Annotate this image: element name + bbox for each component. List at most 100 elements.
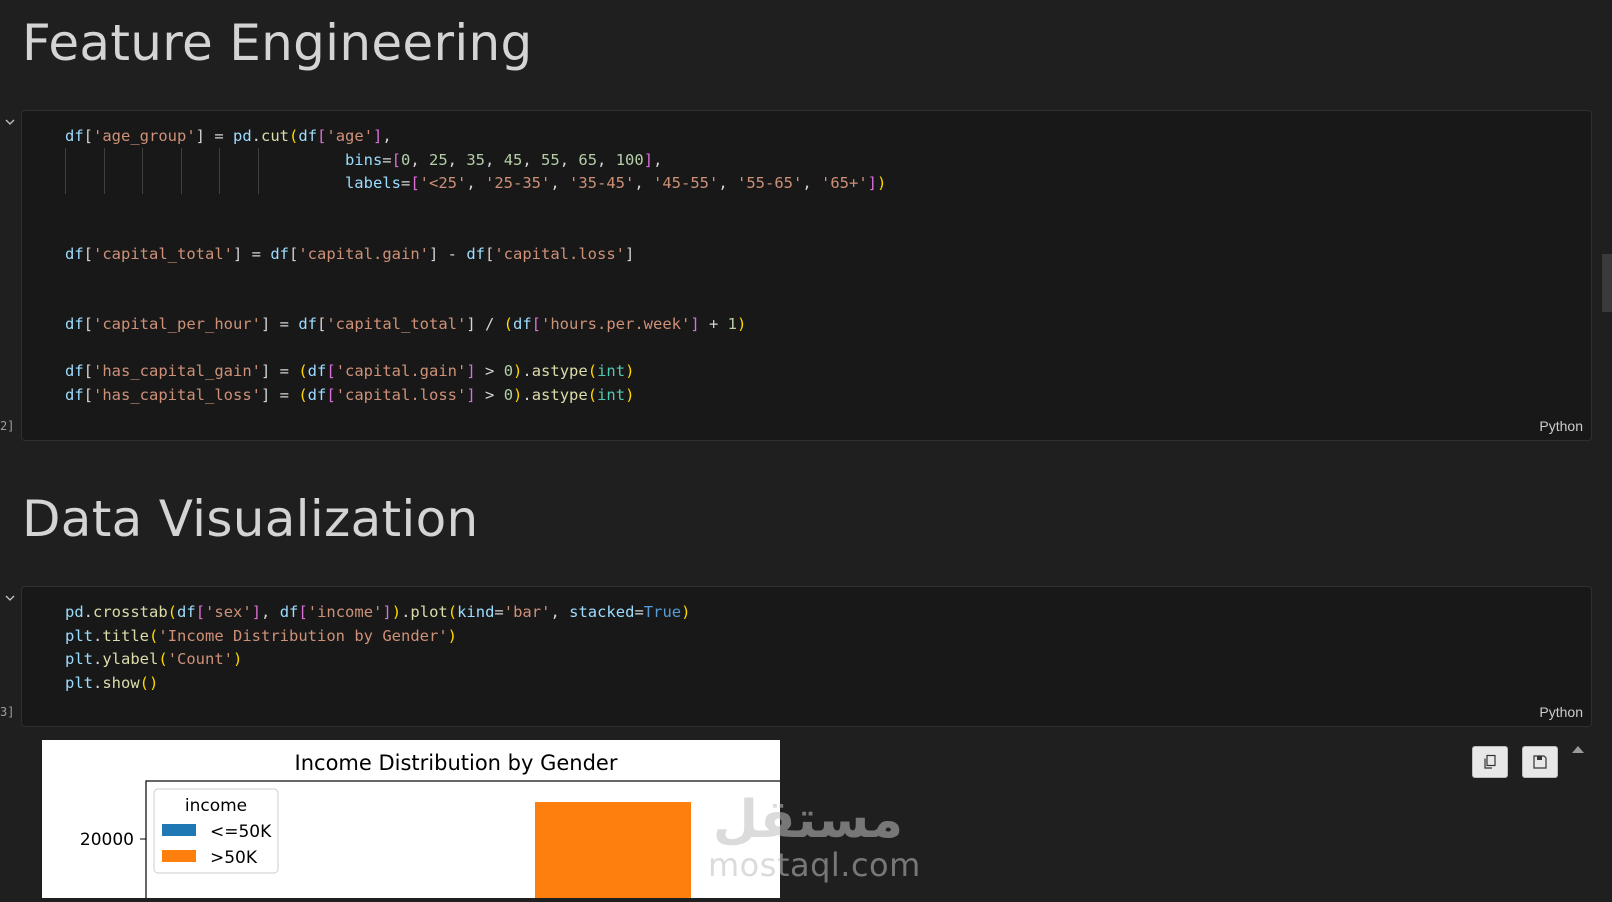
code-token: , — [559, 150, 579, 169]
code-token: , — [550, 603, 570, 621]
code-token: ) — [513, 385, 523, 404]
code-token: ) — [737, 315, 747, 333]
chevron-down-icon[interactable] — [4, 592, 16, 604]
language-selector[interactable]: Python — [1539, 418, 1583, 434]
heading-data-visualization: Data Visualization — [22, 490, 479, 548]
code-token: [ — [83, 385, 94, 404]
code-line[interactable]: bins=[0, 25, 35, 45, 55, 65, 100], — [65, 149, 662, 172]
code-token: . — [251, 127, 262, 145]
code-token: . — [93, 650, 103, 668]
code-token: . — [522, 362, 532, 380]
code-token: , — [485, 150, 504, 169]
legend-title: income — [185, 796, 247, 816]
code-token: , — [447, 150, 467, 169]
code-editor[interactable]: pd.crosstab(df['sex'], df['income']).plo… — [65, 601, 1571, 696]
code-token: ] — [373, 127, 383, 145]
code-token: df — [65, 244, 84, 263]
code-token: , — [466, 174, 485, 192]
code-token: . — [522, 385, 532, 404]
code-token: [ — [326, 362, 336, 380]
code-token: , — [802, 174, 821, 192]
code-token: , — [261, 603, 280, 621]
scrollbar-thumb[interactable] — [1602, 254, 1612, 312]
code-token: , — [653, 150, 663, 169]
copy-icon — [1484, 754, 1496, 769]
legend: income <=50K >50K — [153, 788, 279, 874]
code-token: [ — [298, 603, 308, 621]
code-token: 'capital.loss' — [494, 244, 625, 263]
code-token: ( — [298, 385, 308, 404]
code-token: [ — [83, 362, 94, 380]
code-token: + — [699, 315, 728, 333]
code-line[interactable]: df['capital_per_hour'] = df['capital_tot… — [65, 313, 746, 336]
code-token: df — [177, 603, 196, 621]
code-token: , — [718, 174, 737, 192]
code-line[interactable]: labels=['<25', '25-35', '35-45', '45-55'… — [65, 172, 886, 195]
code-token: '25-35' — [485, 174, 551, 192]
code-token: ] = — [261, 385, 299, 404]
code-token: . — [93, 626, 103, 645]
code-token: = — [400, 174, 411, 192]
code-token: [ — [317, 127, 327, 145]
code-token: 55 — [541, 150, 560, 169]
code-token: ( — [289, 127, 299, 145]
copy-output-button[interactable] — [1472, 746, 1508, 778]
code-token: 25 — [429, 150, 448, 169]
code-line[interactable]: pd.crosstab(df['sex'], df['income']).plo… — [65, 601, 690, 624]
code-token: df — [298, 315, 317, 333]
code-token: , — [382, 127, 392, 145]
code-token: ( — [298, 362, 308, 380]
code-token: df — [298, 127, 318, 145]
code-editor[interactable]: df['age_group'] = pd.cut(df['age'], bins… — [65, 125, 1571, 410]
code-token: 'bar' — [503, 603, 551, 621]
code-token: 'income' — [307, 603, 383, 621]
code-token: ] — [867, 174, 878, 192]
legend-label-le50k: <=50K — [210, 822, 272, 842]
code-line[interactable]: plt.title('Income Distribution by Gender… — [65, 625, 457, 648]
save-output-button[interactable] — [1522, 746, 1558, 778]
code-token: ] — [466, 385, 476, 404]
code-token: () — [139, 673, 159, 692]
code-token: 0 — [400, 150, 411, 169]
language-selector[interactable]: Python — [1539, 704, 1583, 720]
code-token: labels — [344, 174, 401, 192]
code-token: , — [550, 174, 569, 192]
code-token: stacked — [569, 603, 635, 621]
chevron-down-icon[interactable] — [4, 116, 16, 128]
code-token: 'age' — [326, 127, 374, 145]
code-line[interactable]: df['capital_total'] = df['capital.gain']… — [65, 243, 634, 266]
code-line[interactable]: plt.show() — [65, 672, 158, 695]
bar-chart: Income Distribution by Gender 20000 inco… — [80, 751, 780, 898]
code-line[interactable]: df['age_group'] = pd.cut(df['age'], — [65, 125, 392, 148]
code-cell-visualization[interactable]: pd.crosstab(df['sex'], df['income']).plo… — [21, 586, 1592, 727]
code-line[interactable]: df['has_capital_gain'] = (df['capital.ga… — [65, 360, 634, 383]
code-token: df — [466, 244, 485, 263]
code-token: [ — [83, 244, 94, 263]
code-line[interactable]: df['has_capital_loss'] = (df['capital.lo… — [65, 384, 634, 407]
code-token: , — [597, 150, 616, 169]
code-token: > — [475, 385, 504, 404]
indent-guide — [180, 148, 182, 194]
code-token: ] = — [195, 127, 233, 145]
code-token: 65 — [578, 150, 598, 169]
cell-output-plot: Income Distribution by Gender 20000 inco… — [42, 740, 780, 898]
code-token: [ — [531, 315, 542, 333]
indent-guide — [103, 148, 105, 194]
code-token: ) — [391, 603, 402, 621]
code-token: ) — [447, 626, 457, 645]
code-token: ) — [625, 385, 635, 404]
code-token: ] — [690, 315, 700, 333]
collapse-up-icon[interactable] — [1572, 746, 1584, 753]
code-token: '45-55' — [653, 174, 719, 192]
code-token: df — [65, 385, 84, 404]
code-token: plt — [65, 650, 93, 668]
legend-label-gt50k: >50K — [210, 848, 258, 868]
code-token: [ — [410, 174, 420, 192]
legend-swatch-gt50k — [162, 850, 196, 862]
legend-swatch-le50k — [162, 824, 196, 836]
code-token: ] — [625, 244, 635, 263]
code-cell-feature-engineering[interactable]: df['age_group'] = pd.cut(df['age'], bins… — [21, 110, 1592, 441]
code-line[interactable]: plt.ylabel('Count') — [65, 648, 242, 671]
code-token: 'capital.loss' — [335, 385, 467, 404]
code-token: crosstab — [93, 603, 168, 621]
